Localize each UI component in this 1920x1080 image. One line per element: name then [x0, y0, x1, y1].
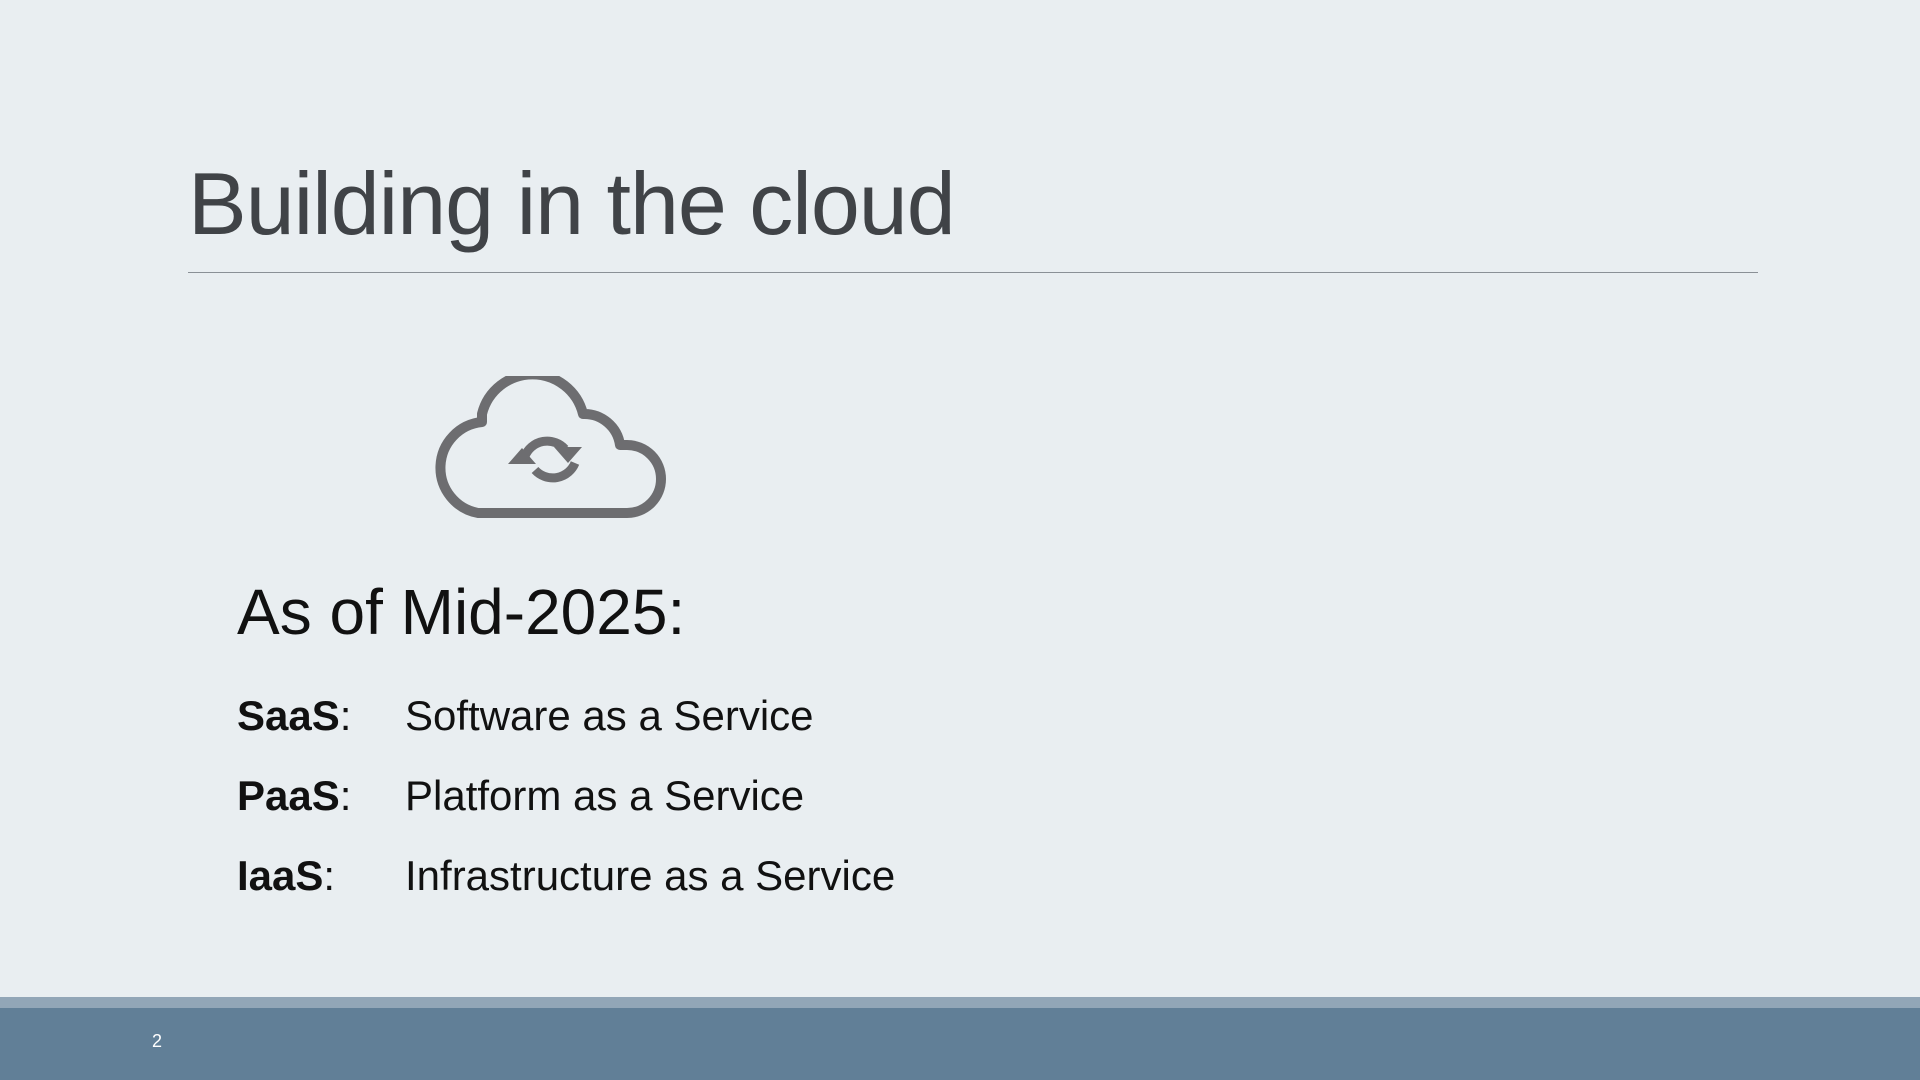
definition-text: Software as a Service [405, 692, 814, 739]
definition-text: Infrastructure as a Service [405, 852, 896, 899]
definition-term: SaaS: [237, 690, 351, 742]
footer-accent-stripe [0, 997, 1920, 1008]
definition-term: IaaS: [237, 850, 335, 902]
footer-bar [0, 1008, 1920, 1080]
title-divider [188, 272, 1758, 273]
term-abbreviation: PaaS [237, 772, 340, 819]
subtitle: As of Mid-2025: [237, 576, 686, 648]
definition-term: PaaS: [237, 770, 351, 822]
slide-title: Building in the cloud [188, 154, 956, 253]
term-separator: : [339, 772, 352, 819]
term-abbreviation: IaaS [237, 852, 324, 899]
cloud-sync-icon [435, 376, 666, 518]
term-abbreviation: SaaS [237, 692, 340, 739]
definition-text: Platform as a Service [405, 772, 805, 819]
term-separator: : [339, 692, 352, 739]
term-separator: : [323, 852, 336, 899]
page-number: 2 [152, 1031, 163, 1051]
